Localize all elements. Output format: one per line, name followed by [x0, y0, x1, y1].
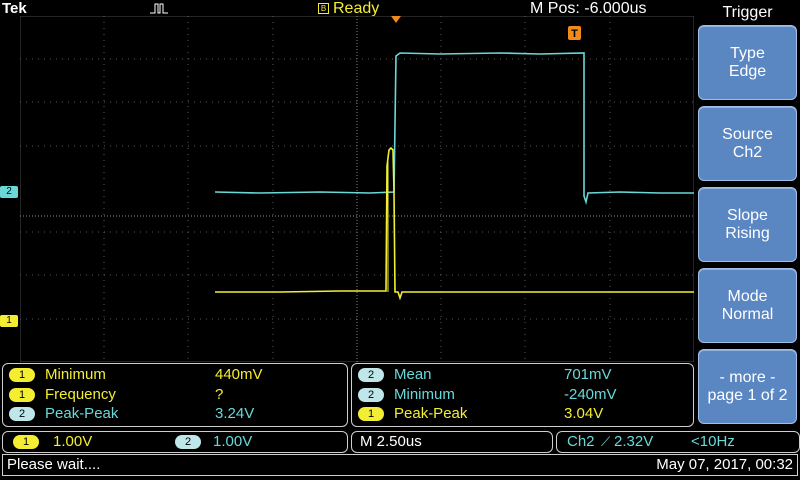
acquisition-state-text: Ready — [333, 0, 380, 17]
channel-badge: 2 — [358, 368, 384, 382]
ch2-scale: 1.00V — [213, 433, 253, 450]
measurement-name: Minimum — [394, 386, 455, 403]
channel-badge: 1 — [358, 407, 384, 421]
ch1-scale-badge: 1 — [13, 435, 39, 449]
channel-badge: 1 — [9, 368, 35, 382]
measurements-panel-right: 2 Mean 701mV 2 Minimum -240mV 1 Peak-Pea… — [351, 363, 694, 427]
button-value: Normal — [721, 305, 774, 323]
channel-badge: 2 — [358, 388, 384, 402]
measurement-row: 2 Minimum -240mV — [352, 386, 693, 406]
trigger-source-readout: Ch2 — [567, 433, 595, 450]
measurement-value: 3.24V — [215, 405, 255, 422]
measurement-value: ? — [215, 386, 224, 403]
button-value: page 1 of 2 — [707, 386, 788, 404]
svg-text:T: T — [571, 28, 578, 40]
trigger-type-button[interactable]: Type Edge — [698, 25, 797, 100]
timebase-panel[interactable]: M 2.50us — [351, 431, 553, 453]
trigger-mode-button[interactable]: Mode Normal — [698, 268, 797, 343]
rising-edge-icon: ⟋ — [601, 434, 611, 449]
measurement-name: Peak-Peak — [394, 405, 468, 422]
channel-scale-panel[interactable]: 1 1.00V 2 1.00V — [2, 431, 348, 453]
button-value: Ch2 — [732, 143, 763, 161]
ch2-ground-marker[interactable]: 2 — [0, 186, 18, 198]
measurement-row: 2 Peak-Peak 3.24V — [3, 405, 347, 425]
measurement-name: Frequency — [45, 386, 116, 403]
button-value: Edge — [728, 62, 767, 80]
button-value: Rising — [725, 224, 770, 242]
measurement-row: 2 Mean 701mV — [352, 366, 693, 386]
measurement-row: 1 Minimum 440mV — [3, 366, 347, 386]
measurement-name: Peak-Peak — [45, 405, 119, 422]
button-label: - more - — [719, 368, 776, 386]
measurement-row: 1 Frequency ? — [3, 386, 347, 406]
status-message: Please wait.... — [7, 456, 101, 473]
trigger-slope-button[interactable]: Slope Rising — [698, 187, 797, 262]
button-label: Slope — [727, 206, 768, 224]
date-time: May 07, 2017, 00:32 — [656, 456, 793, 473]
button-label: Source — [722, 125, 773, 143]
ch1-ground-marker[interactable]: 1 — [0, 315, 18, 327]
measurement-name: Minimum — [45, 366, 106, 383]
waveform-display[interactable]: T — [20, 16, 694, 362]
brand-logo: Tek — [2, 0, 27, 17]
side-menu-title: Trigger — [722, 4, 773, 21]
acquisition-mode-icon — [150, 3, 168, 14]
status-square-icon: B — [318, 3, 329, 14]
more-page-button[interactable]: - more - page 1 of 2 — [698, 349, 797, 424]
ch2-scale-badge: 2 — [175, 435, 201, 449]
measurement-value: -240mV — [564, 386, 617, 403]
channel-badge: 1 — [9, 388, 35, 402]
trigger-level-readout: 2.32V — [614, 433, 654, 450]
trigger-side-menu: Trigger Type Edge Source Ch2 Slope Risin… — [695, 0, 800, 428]
measurements-panel-left: 1 Minimum 440mV 1 Frequency ? 2 Peak-Pea… — [2, 363, 348, 427]
button-label: Type — [730, 44, 765, 62]
trigger-readout-panel[interactable]: Ch2 ⟋ 2.32V <10Hz — [556, 431, 800, 453]
button-label: Mode — [727, 287, 768, 305]
measurement-value: 3.04V — [564, 405, 604, 422]
trigger-frequency-readout: <10Hz — [691, 433, 735, 450]
measurement-value: 440mV — [215, 366, 263, 383]
ch1-scale: 1.00V — [53, 433, 93, 450]
timebase-readout: M 2.50us — [360, 433, 422, 450]
message-bar: Please wait.... May 07, 2017, 00:32 — [2, 454, 798, 476]
channel-badge: 2 — [9, 407, 35, 421]
trigger-source-button[interactable]: Source Ch2 — [698, 106, 797, 181]
measurement-value: 701mV — [564, 366, 612, 383]
measurement-row: 1 Peak-Peak 3.04V — [352, 405, 693, 425]
measurement-name: Mean — [394, 366, 432, 383]
trigger-level-icon: T — [568, 26, 581, 40]
